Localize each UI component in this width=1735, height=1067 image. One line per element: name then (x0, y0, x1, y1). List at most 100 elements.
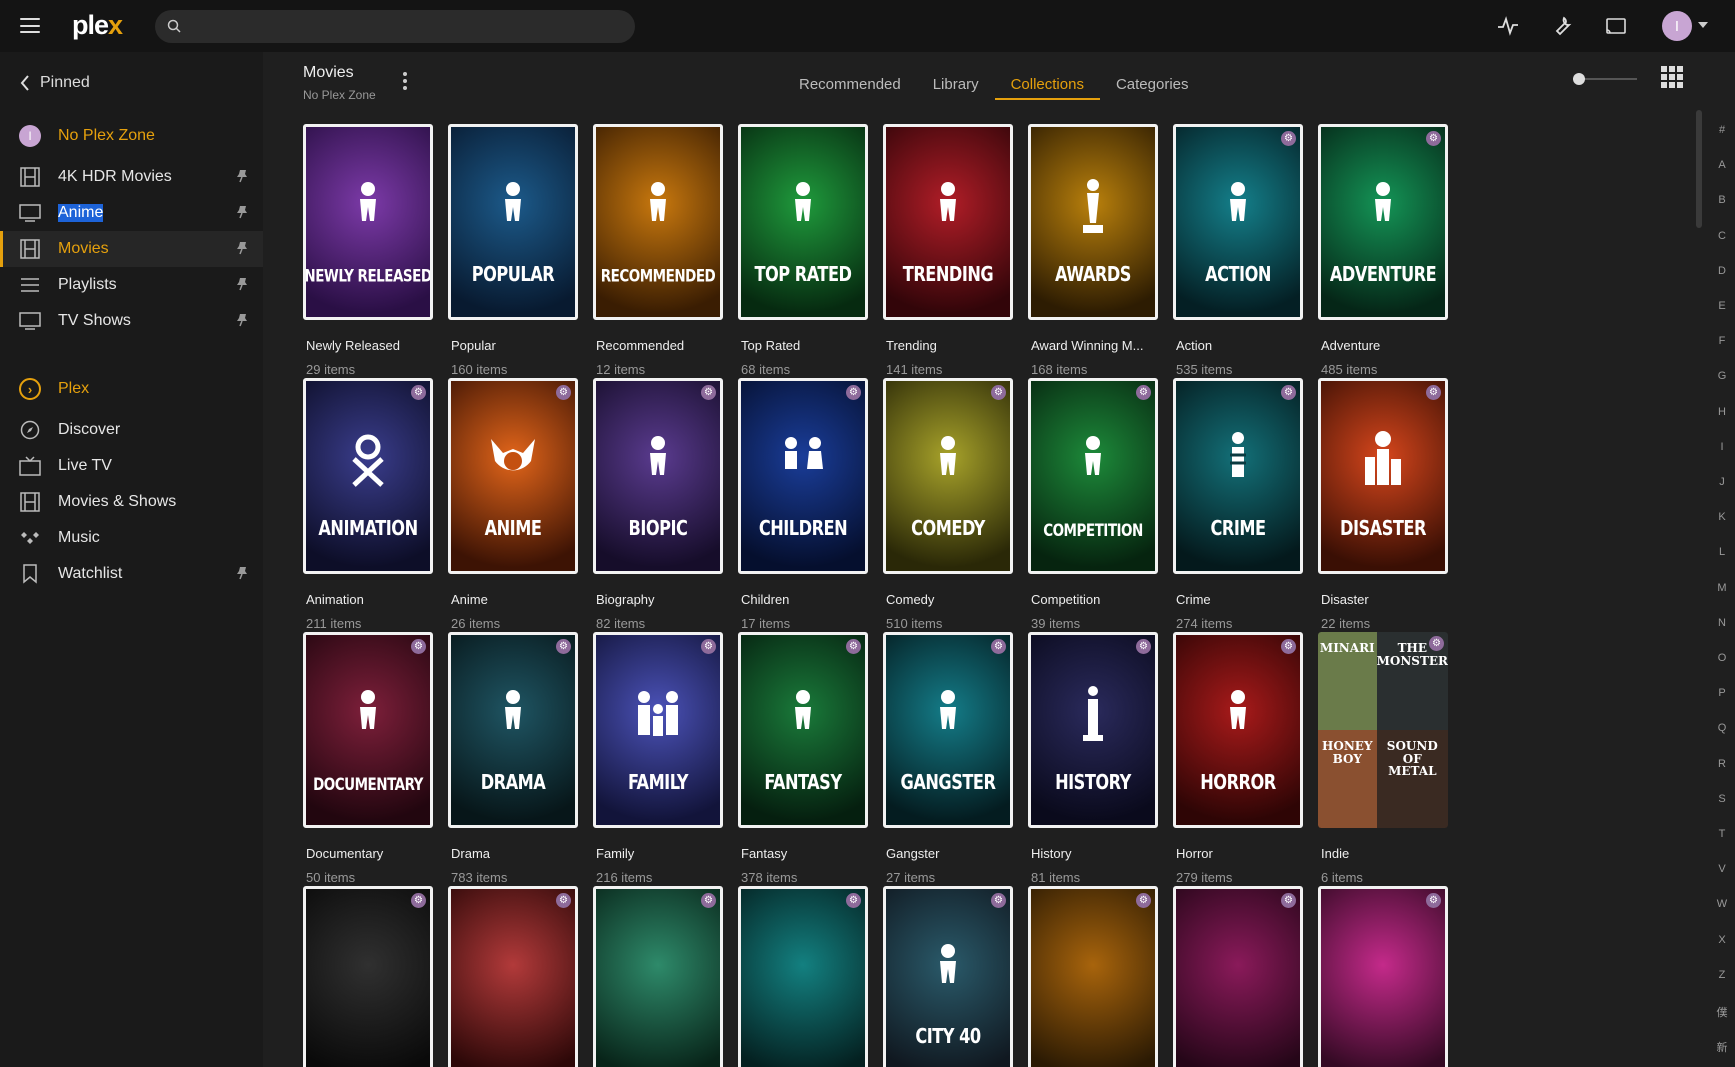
collection-poster[interactable]: COMEDY ⚙ (883, 378, 1013, 574)
chevron-down-icon[interactable] (1698, 22, 1708, 28)
collection-poster[interactable]: CITY 40 ⚙ (883, 886, 1013, 1067)
sidebar-item-tv-shows[interactable]: TV Shows (0, 303, 263, 339)
collection-card-gangster[interactable]: GANGSTER ⚙ Gangster 27 items (883, 632, 1013, 885)
pin-icon[interactable] (236, 241, 248, 260)
sidebar-item-live-tv[interactable]: Live TV (0, 448, 263, 484)
collection-poster[interactable]: ANIMATION ⚙ (303, 378, 433, 574)
collection-poster[interactable]: DOCUMENTARY ⚙ (303, 632, 433, 828)
collection-card-top-rated[interactable]: TOP RATED Top Rated 68 items (738, 124, 868, 377)
collection-title[interactable]: Biography (593, 592, 723, 607)
collection-poster[interactable]: ⚙ (738, 886, 868, 1067)
poster-size-slider[interactable] (1573, 73, 1637, 85)
collection-card-indie[interactable]: MINARI THE MONSTER HONEY BOY SOUND OF METAL… (1318, 632, 1448, 885)
collection-card-biography[interactable]: BIOPIC ⚙ Biography 82 items (593, 378, 723, 631)
alphabet-jump-letter[interactable]: G (1710, 370, 1734, 382)
collection-poster[interactable]: ⚙ (303, 886, 433, 1067)
alphabet-jump-letter[interactable]: C (1710, 230, 1734, 242)
collection-poster[interactable]: AWARDS (1028, 124, 1158, 320)
alphabet-jump-letter[interactable]: B (1710, 194, 1734, 206)
activity-icon[interactable] (1496, 14, 1520, 38)
collection-card-family[interactable]: FAMILY ⚙ Family 216 items (593, 632, 723, 885)
collection-title[interactable]: Award Winning M... (1028, 338, 1158, 353)
menu-icon[interactable] (20, 18, 40, 33)
tab-collections[interactable]: Collections (994, 52, 1101, 100)
alphabet-jump-letter[interactable]: Q (1710, 722, 1734, 734)
collection-title[interactable]: Disaster (1318, 592, 1448, 607)
plex-logo[interactable]: plex (72, 10, 123, 41)
sidebar-item-discover[interactable]: Discover (0, 412, 263, 448)
collection-title[interactable]: Recommended (593, 338, 723, 353)
collection-card-competition[interactable]: COMPETITION ⚙ Competition 39 items (1028, 378, 1158, 631)
collection-card-horror[interactable]: HORROR ⚙ Horror 279 items (1173, 632, 1303, 885)
alphabet-jump-letter[interactable]: J (1710, 476, 1734, 488)
alphabet-jump-letter[interactable]: D (1710, 265, 1734, 277)
alphabet-jump-letter[interactable]: N (1710, 617, 1734, 629)
collection-card-popular[interactable]: POPULAR Popular 160 items (448, 124, 578, 377)
collection-title[interactable]: Children (738, 592, 868, 607)
collection-poster[interactable]: ⚙ (448, 886, 578, 1067)
collection-poster[interactable]: FANTASY ⚙ (738, 632, 868, 828)
collection-poster[interactable]: GANGSTER ⚙ (883, 632, 1013, 828)
collection-card-children[interactable]: CHILDREN ⚙ Children 17 items (738, 378, 868, 631)
sidebar-item-music[interactable]: Music (0, 520, 263, 556)
user-avatar[interactable]: I (1662, 11, 1692, 41)
sidebar-item-anime[interactable]: Anime (0, 195, 263, 231)
alphabet-jump-letter[interactable]: A (1710, 159, 1734, 171)
collection-poster[interactable]: CRIME ⚙ (1173, 378, 1303, 574)
sidebar-item-movies-shows[interactable]: Movies & Shows (0, 484, 263, 520)
alphabet-jump-letter[interactable]: X (1710, 934, 1734, 946)
collection-card-item-29[interactable]: ⚙ (1028, 886, 1158, 1067)
collection-card-newly-released[interactable]: NEWLY RELEASED Newly Released 29 items (303, 124, 433, 377)
alphabet-jump-letter[interactable]: 僕 (1710, 1004, 1734, 1020)
collection-card-action[interactable]: ACTION ⚙ Action 535 items (1173, 124, 1303, 377)
collection-card-disaster[interactable]: DISASTER ⚙ Disaster 22 items (1318, 378, 1448, 631)
pin-icon[interactable] (236, 277, 248, 296)
slider-knob[interactable] (1573, 73, 1585, 85)
pin-icon[interactable] (236, 566, 248, 585)
alphabet-jump-letter[interactable]: W (1710, 898, 1734, 910)
collection-card-city-40[interactable]: CITY 40 ⚙ (883, 886, 1013, 1067)
collection-card-drama[interactable]: DRAMA ⚙ Drama 783 items (448, 632, 578, 885)
collection-title[interactable]: Horror (1173, 846, 1303, 861)
cast-icon[interactable] (1604, 14, 1628, 38)
alphabet-jump-letter[interactable]: L (1710, 546, 1734, 558)
collection-title[interactable]: Anime (448, 592, 578, 607)
collection-title[interactable]: Action (1173, 338, 1303, 353)
collection-title[interactable]: Top Rated (738, 338, 868, 353)
alphabet-jump-letter[interactable]: I (1710, 441, 1734, 453)
sidebar-item-playlists[interactable]: Playlists (0, 267, 263, 303)
pin-icon[interactable] (236, 169, 248, 188)
sidebar-item-movies[interactable]: Movies (0, 231, 263, 267)
collection-card-trending[interactable]: TRENDING Trending 141 items (883, 124, 1013, 377)
tab-categories[interactable]: Categories (1100, 52, 1205, 98)
collection-title[interactable]: Newly Released (303, 338, 433, 353)
collection-card-history[interactable]: HISTORY ⚙ History 81 items (1028, 632, 1158, 885)
collection-poster[interactable]: DISASTER ⚙ (1318, 378, 1448, 574)
collection-title[interactable]: Comedy (883, 592, 1013, 607)
collection-poster[interactable]: ACTION ⚙ (1173, 124, 1303, 320)
alphabet-jump-letter[interactable]: Z (1710, 969, 1734, 981)
collection-title[interactable]: Popular (448, 338, 578, 353)
collection-poster[interactable]: BIOPIC ⚙ (593, 378, 723, 574)
collection-title[interactable]: Trending (883, 338, 1013, 353)
collection-title[interactable]: History (1028, 846, 1158, 861)
collection-title[interactable]: Family (593, 846, 723, 861)
collection-title[interactable]: Fantasy (738, 846, 868, 861)
sidebar-item-no-plex-zone[interactable]: I No Plex Zone (0, 118, 263, 154)
collection-card-item-30[interactable]: ⚙ (1173, 886, 1303, 1067)
collection-card-crime[interactable]: CRIME ⚙ Crime 274 items (1173, 378, 1303, 631)
collection-title[interactable]: Gangster (883, 846, 1013, 861)
collection-card-item-24[interactable]: ⚙ (303, 886, 433, 1067)
alphabet-jump-letter[interactable]: V (1710, 863, 1734, 875)
collection-card-recommended[interactable]: RECOMMENDED Recommended 12 items (593, 124, 723, 377)
collection-poster[interactable]: ANIME ⚙ (448, 378, 578, 574)
collection-poster[interactable]: TRENDING (883, 124, 1013, 320)
collection-card-anime[interactable]: ANIME ⚙ Anime 26 items (448, 378, 578, 631)
collection-poster[interactable]: COMPETITION ⚙ (1028, 378, 1158, 574)
search-input[interactable] (189, 10, 619, 43)
collection-title[interactable]: Crime (1173, 592, 1303, 607)
alphabet-jump-letter[interactable]: M (1710, 582, 1734, 594)
pin-icon[interactable] (236, 205, 248, 224)
collection-poster[interactable]: HORROR ⚙ (1173, 632, 1303, 828)
alphabet-jump-letter[interactable]: E (1710, 300, 1734, 312)
